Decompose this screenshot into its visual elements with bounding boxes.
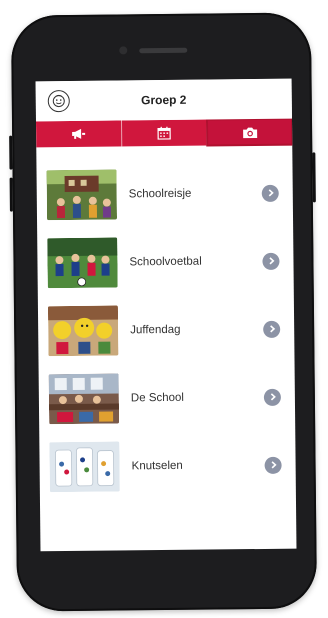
child-face-logo-icon[interactable] [47,89,70,113]
album-label: Schoolvoetbal [129,255,202,269]
album-item-schoolvoetbal[interactable]: Schoolvoetbal [37,227,294,298]
chevron-right-icon[interactable] [263,388,281,406]
tab-photos[interactable] [206,117,294,147]
app-screen: Groep 2 Schoolreisje Schoolvoetbal Juffe… [35,78,297,552]
chevron-right-icon[interactable] [262,252,280,270]
album-item-knutselen[interactable]: Knutselen [39,431,296,502]
app-header: Groep 2 [35,78,292,122]
album-thumbnail [47,305,119,357]
megaphone-icon [72,128,86,139]
album-label: Schoolreisje [128,187,192,201]
tab-calendar[interactable] [121,119,208,147]
chevron-right-icon[interactable] [264,456,282,474]
camera-icon [242,127,257,138]
album-thumbnail [48,373,120,425]
stage: Groep 2 Schoolreisje Schoolvoetbal Juffe… [0,0,328,618]
album-thumbnail [46,169,118,221]
calendar-icon [157,126,171,140]
front-camera [119,46,128,55]
phone-frame: Groep 2 Schoolreisje Schoolvoetbal Juffe… [9,12,318,612]
album-item-juffendag[interactable]: Juffendag [38,295,295,366]
tab-announcements[interactable] [35,120,122,148]
album-thumbnail [49,441,120,493]
album-list: Schoolreisje Schoolvoetbal Juffendag De … [36,145,296,502]
earpiece-speaker [139,47,188,54]
page-title: Groep 2 [141,92,187,108]
volume-down-button [9,177,13,212]
power-button [312,152,316,203]
album-item-schoolreisje[interactable]: Schoolreisje [36,159,293,230]
volume-up-button [9,135,13,170]
album-label: Juffendag [130,323,181,337]
chevron-right-icon[interactable] [261,184,279,202]
album-label: De School [130,391,185,405]
tab-bar [35,117,294,148]
chevron-right-icon[interactable] [263,320,281,338]
album-label: Knutselen [131,459,183,473]
album-item-de-school[interactable]: De School [39,363,296,434]
album-thumbnail [47,237,118,289]
